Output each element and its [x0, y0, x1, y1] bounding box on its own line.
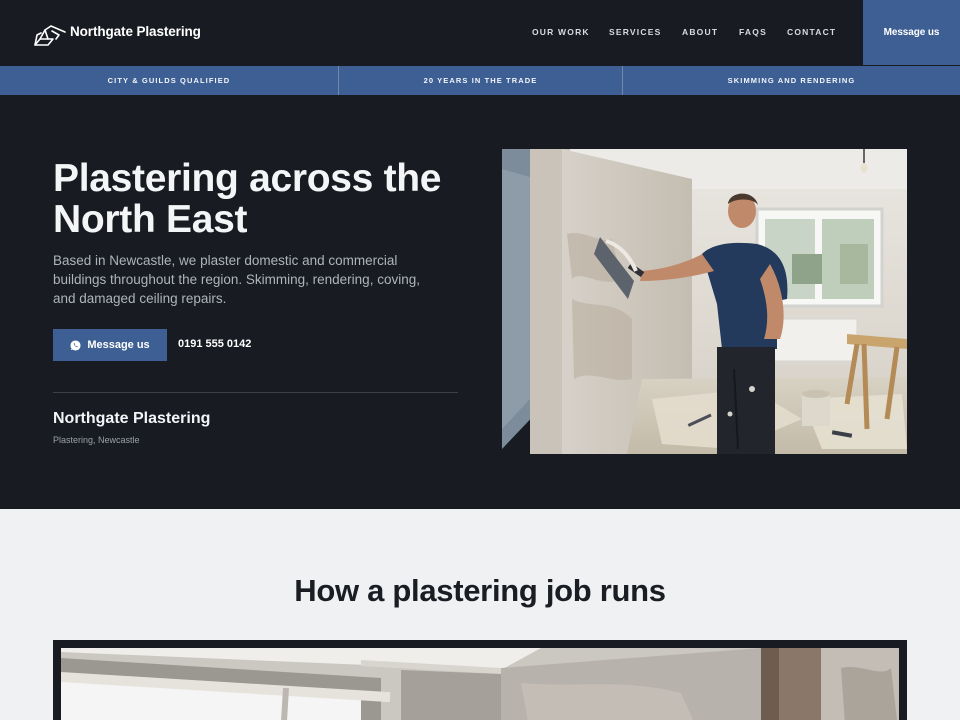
nav-faqs[interactable]: FAQS [739, 27, 767, 37]
business-subtitle: Plastering, Newcastle [53, 435, 140, 445]
nav-about[interactable]: ABOUT [682, 27, 718, 37]
message-us-nav-button[interactable]: Message us [863, 0, 960, 65]
whatsapp-icon [70, 339, 81, 351]
nav-services[interactable]: SERVICES [609, 27, 661, 37]
room-photo [61, 648, 899, 720]
nav-contact[interactable]: CONTACT [787, 27, 836, 37]
message-us-label: Message us [87, 339, 150, 351]
plasterer-photo [502, 149, 907, 454]
strip-item-years: 20 YEARS IN THE TRADE [339, 66, 623, 95]
credentials-strip: CITY & GUILDS QUALIFIED 20 YEARS IN THE … [0, 66, 960, 95]
nav-our-work[interactable]: OUR WORK [532, 27, 590, 37]
trowel-house-icon[interactable] [32, 18, 68, 48]
hero-section: Plastering across the North East Based i… [0, 95, 960, 509]
hero-description: Based in Newcastle, we plaster domestic … [53, 253, 420, 306]
divider [53, 392, 458, 393]
business-name: Northgate Plastering [53, 410, 211, 427]
message-us-button[interactable]: Message us [53, 329, 167, 361]
process-title: How a plastering job runs [294, 573, 666, 608]
process-section: How a plastering job runs [0, 509, 960, 720]
hero-title: Plastering across the North East [53, 157, 442, 241]
brand-name[interactable]: Northgate Plastering [70, 24, 201, 39]
top-navbar: Northgate Plastering OUR WORK SERVICES A… [0, 0, 960, 66]
process-photo-frame [53, 640, 907, 720]
strip-item-qualified: CITY & GUILDS QUALIFIED [0, 66, 339, 95]
strip-item-skimming: SKIMMING AND RENDERING [727, 76, 856, 85]
phone-link[interactable]: 0191 555 0142 [178, 338, 251, 350]
